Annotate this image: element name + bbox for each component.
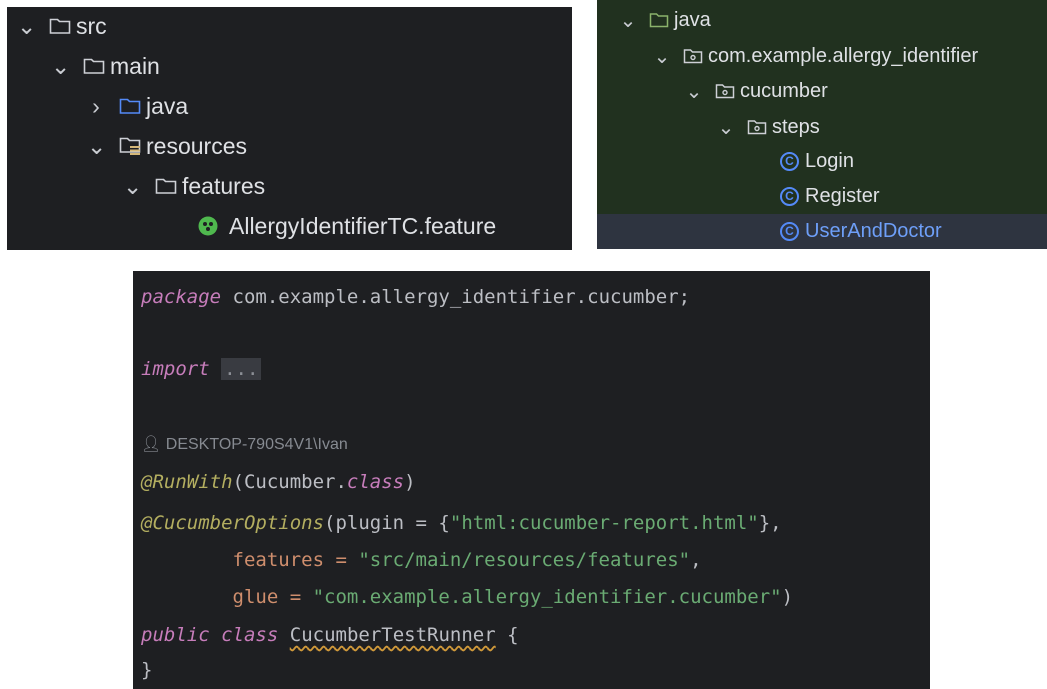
code-key-features: features = [141, 549, 359, 571]
chevron-down-icon[interactable]: ⌄ [123, 173, 142, 200]
annotation-runwith: @RunWith [141, 471, 233, 493]
package-name: com.example.allergy_identifier.cucumber; [221, 286, 691, 308]
annotation-cucumber-options: @CucumberOptions [141, 512, 325, 534]
code-text: ) [404, 471, 416, 493]
cucumber-feature-icon [197, 215, 219, 237]
code-line-class-decl: public class CucumberTestRunner { [141, 621, 519, 649]
code-line-glue: glue = "com.example.allergy_identifier.c… [141, 583, 794, 611]
code-line-close-brace: } [141, 656, 152, 684]
code-text: } [141, 659, 153, 681]
keyword-import: import [141, 358, 210, 380]
tree-item-label: java [146, 92, 189, 119]
tree-item-label: java [674, 8, 711, 31]
code-text: (Cucumber. [232, 471, 347, 493]
code-text: (plugin = { [324, 512, 450, 534]
chevron-down-icon[interactable]: ⌄ [17, 13, 36, 40]
tree-item-label: Login [805, 149, 854, 172]
chevron-down-icon[interactable]: ⌄ [87, 133, 106, 160]
source-folder-icon [119, 97, 141, 115]
tree-item-label: cucumber [740, 79, 828, 102]
code-text: { [495, 624, 519, 646]
string-glue: "com.example.allergy_identifier.cucumber… [312, 586, 782, 608]
class-icon: C [780, 151, 799, 171]
source-folder-icon [649, 12, 669, 28]
tree-item-feature-file[interactable]: AllergyIdentifierTC.feature [197, 211, 496, 241]
folder-icon [83, 57, 105, 75]
tree-item-label: features [182, 172, 266, 199]
code-author-hint: 👤︎ DESKTOP-790S4V1\Ivan [141, 431, 348, 459]
tree-item-label: Register [805, 184, 880, 207]
code-editor[interactable]: package com.example.allergy_identifier.c… [133, 271, 930, 689]
tree-item-resources[interactable]: ⌄ resources [87, 131, 247, 161]
chevron-down-icon[interactable]: ⌄ [619, 8, 637, 33]
string-plugin: "html:cucumber-report.html" [449, 512, 759, 534]
resources-folder-icon [119, 136, 141, 156]
package-tree-panel: ⌄ java ⌄ com.example.allergy_identifier … [597, 0, 1047, 249]
tree-item-label: src [76, 12, 107, 39]
code-line-features: features = "src/main/resources/features"… [141, 546, 702, 574]
tree-item-package-root[interactable]: ⌄ com.example.allergy_identifier [653, 41, 979, 71]
string-features: "src/main/resources/features" [358, 549, 691, 571]
tree-item-label: AllergyIdentifierTC.feature [229, 212, 497, 239]
keyword-class: class [221, 624, 279, 646]
code-line-runwith: @RunWith(Cucumber.class) [141, 468, 416, 496]
person-icon: 👤︎ [141, 436, 166, 453]
tree-item-java[interactable]: › java [87, 91, 188, 121]
chevron-down-icon[interactable]: ⌄ [653, 44, 671, 69]
folder-icon [49, 17, 71, 35]
tree-item-java[interactable]: ⌄ java [619, 5, 711, 35]
code-text: , [690, 549, 702, 571]
class-name[interactable]: CucumberTestRunner [290, 624, 496, 646]
package-icon [747, 119, 767, 135]
keyword-public: public [141, 624, 210, 646]
tree-item-src[interactable]: ⌄ src [17, 11, 107, 41]
tree-item-label: main [110, 52, 160, 79]
tree-item-steps[interactable]: ⌄ steps [717, 112, 820, 142]
tree-item-label: resources [146, 132, 247, 159]
code-line-options: @CucumberOptions(plugin = {"html:cucumbe… [141, 509, 782, 537]
class-icon: C [780, 186, 799, 206]
chevron-down-icon[interactable]: ⌄ [51, 53, 70, 80]
tree-item-class-register[interactable]: C Register [780, 181, 879, 211]
code-text: ) [781, 586, 794, 608]
chevron-right-icon[interactable]: › [87, 93, 105, 120]
package-icon [683, 48, 703, 64]
tree-item-class-login[interactable]: C Login [780, 146, 854, 176]
folder-icon [155, 177, 177, 195]
tree-item-cucumber[interactable]: ⌄ cucumber [685, 76, 828, 106]
tree-item-class-useranddoctor[interactable]: C UserAndDoctor [780, 216, 942, 246]
project-tree-panel: ⌄ src ⌄ main › java ⌄ resources ⌄ featur… [7, 7, 572, 250]
tree-item-label: UserAndDoctor [805, 219, 942, 242]
tree-item-label: com.example.allergy_identifier [708, 44, 979, 67]
author-name: DESKTOP-790S4V1\Ivan [165, 436, 348, 453]
keyword-package: package [141, 286, 222, 308]
tree-item-label: steps [772, 115, 820, 138]
class-icon: C [780, 221, 799, 241]
chevron-down-icon[interactable]: ⌄ [685, 79, 703, 104]
keyword-class: class [346, 471, 405, 493]
tree-item-features[interactable]: ⌄ features [123, 171, 265, 201]
package-icon [715, 83, 735, 99]
code-line-package: package com.example.allergy_identifier.c… [141, 283, 690, 311]
code-key-glue: glue = [141, 586, 313, 608]
tree-item-main[interactable]: ⌄ main [51, 51, 160, 81]
import-fold-toggle[interactable]: ... [221, 358, 262, 380]
code-text: }, [758, 512, 782, 534]
code-line-import: import ... [141, 355, 262, 383]
chevron-down-icon[interactable]: ⌄ [717, 115, 735, 140]
